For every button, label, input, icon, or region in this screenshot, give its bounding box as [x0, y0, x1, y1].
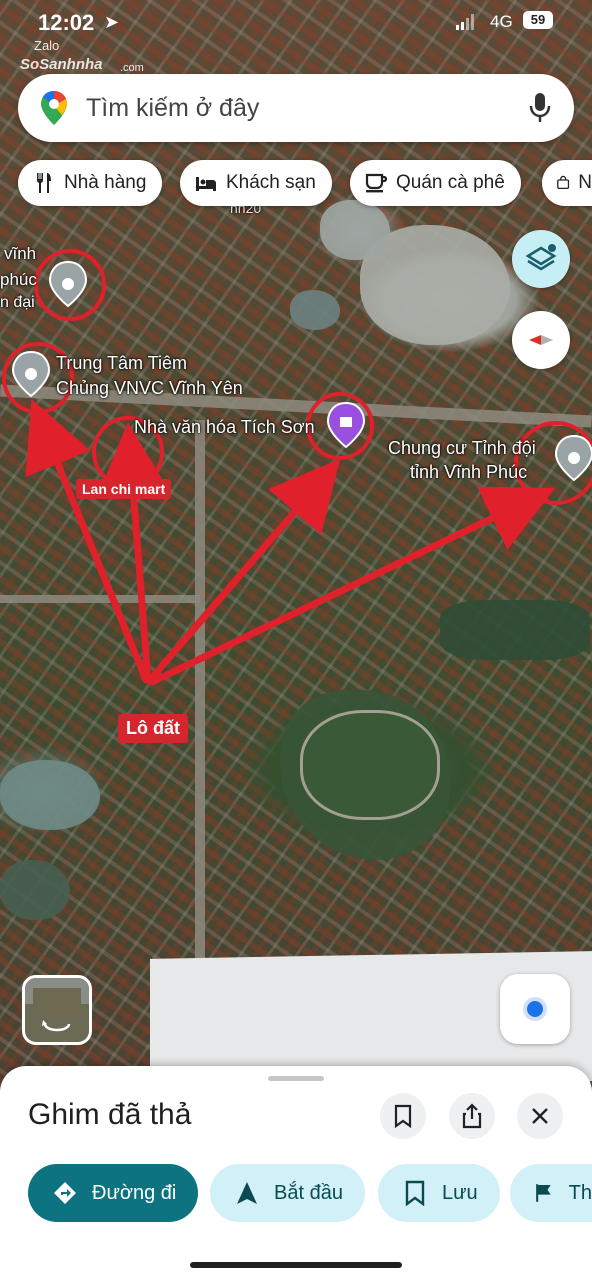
navigation-arrow-icon — [237, 1182, 257, 1204]
close-button[interactable] — [517, 1093, 563, 1139]
directions-icon — [54, 1182, 76, 1204]
arrow-to-cultural-house — [146, 458, 341, 684]
start-button[interactable]: Bắt đầu — [210, 1164, 365, 1222]
maps-logo-icon — [41, 91, 67, 125]
search-input[interactable]: Tìm kiếm ở đây — [86, 94, 259, 123]
map-label-phuc: phúc — [0, 270, 37, 289]
my-location-button[interactable] — [500, 974, 570, 1044]
battery-icon: 59 — [523, 11, 553, 29]
save-label: Lưu — [442, 1181, 478, 1204]
map-pin-gray — [11, 350, 51, 398]
chip-label: Nhà hàng — [64, 172, 147, 193]
label-button[interactable]: Th — [510, 1164, 592, 1222]
watermark-site: SoSanhnha — [20, 56, 103, 73]
street-view-thumbnail[interactable] — [22, 975, 92, 1045]
directions-label: Đường đi — [92, 1181, 177, 1204]
signal-icon — [456, 14, 474, 30]
map-label-vnvc-line1[interactable]: Trung Tâm Tiêm — [56, 353, 187, 374]
map-pin-purple — [326, 401, 366, 449]
network-type: 4G — [490, 12, 513, 31]
status-bar: 12:02 ➤ Zalo SoSanhnha .com 4G 59 — [0, 8, 592, 74]
compass-icon — [529, 335, 553, 345]
bookmark-icon — [394, 1104, 412, 1128]
layers-icon — [525, 244, 557, 271]
close-icon — [532, 1108, 548, 1124]
watermark-domain: .com — [120, 62, 144, 74]
lan-chi-mart-tag: Lan chi mart — [76, 479, 172, 499]
bookmark-icon — [405, 1180, 425, 1206]
flag-icon — [536, 1184, 551, 1202]
lot-tag: Lô đất — [118, 714, 188, 743]
layers-button[interactable] — [512, 230, 570, 288]
my-location-icon — [527, 1001, 543, 1017]
location-arrow-icon: ➤ — [104, 12, 120, 32]
compass-button[interactable] — [512, 311, 570, 369]
start-label: Bắt đầu — [274, 1181, 343, 1204]
map-pin-gray — [554, 434, 592, 482]
save-bookmark-button[interactable] — [380, 1093, 426, 1139]
microphone-icon[interactable] — [528, 92, 552, 124]
coffee-cup-icon — [365, 173, 388, 193]
chip-label: Khách sạn — [226, 172, 316, 193]
chip-label: Quán cà phê — [396, 172, 505, 193]
map-label-vnvc-line2[interactable]: Chủng VNVC Vĩnh Yên — [56, 378, 243, 399]
share-icon — [462, 1103, 482, 1129]
shopping-bag-icon — [557, 175, 570, 190]
bed-icon — [196, 177, 216, 191]
map-label-dai: n đại — [0, 294, 35, 311]
label-button-text: Th — [568, 1181, 592, 1204]
share-button[interactable] — [449, 1093, 495, 1139]
map-label-apartment-line1[interactable]: Chung cư Tỉnh đội — [388, 438, 536, 459]
directions-button[interactable]: Đường đi — [28, 1164, 199, 1222]
map-label-apartment-line2[interactable]: tỉnh Vĩnh Phúc — [410, 462, 527, 483]
home-indicator[interactable] — [190, 1262, 402, 1268]
street-view-rotate-icon — [25, 978, 89, 1032]
drag-handle[interactable] — [268, 1076, 324, 1081]
map-label-vinh: vĩnh — [4, 244, 37, 263]
arrow-to-apartment — [148, 486, 556, 686]
save-button[interactable]: Lưu — [378, 1164, 500, 1222]
chip-restaurants[interactable]: Nhà hàng — [18, 160, 163, 206]
map-label-cultural-house[interactable]: Nhà văn hóa Tích Sơn — [134, 417, 315, 438]
bottom-sheet[interactable]: Ghim đã thả Đường đi Bắt đầu Lưu Th — [0, 1066, 592, 1280]
chip-hotels[interactable]: Khách sạn — [180, 160, 332, 206]
chip-cafes[interactable]: Quán cà phê — [350, 160, 521, 206]
fork-knife-icon — [36, 173, 51, 193]
map-pin-gray — [48, 260, 88, 308]
chip-label: N — [578, 172, 592, 193]
watermark-app: Zalo — [34, 38, 60, 53]
clock: 12:02 — [38, 10, 95, 35]
chip-shopping[interactable]: N — [542, 160, 592, 206]
sheet-title: Ghim đã thả — [28, 1098, 192, 1131]
search-bar[interactable]: Tìm kiếm ở đây — [18, 74, 574, 142]
